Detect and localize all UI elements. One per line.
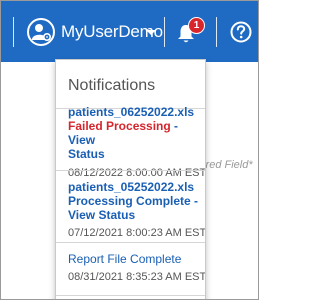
notification-item[interactable]: Report File Complete 08/31/2021 8:35:23 … [68, 252, 206, 284]
divider [56, 170, 205, 171]
notification-file-name[interactable]: patients_05252022.xls [68, 180, 200, 194]
help-icon [230, 21, 252, 47]
notification-timestamp: 08/12/2022 8:00:00 AM EST [68, 167, 206, 179]
notification-title-link[interactable]: Report File Complete [68, 252, 200, 266]
notification-file-name[interactable]: patients_06252022.xls [68, 105, 200, 119]
divider [56, 295, 205, 296]
top-navigation-bar: MyUserDemo 1 [1, 1, 258, 62]
view-status-link[interactable]: Status [68, 147, 200, 161]
notification-count-badge: 1 [188, 17, 205, 34]
divider [56, 242, 205, 243]
notification-status-failed: Failed Processing [68, 119, 171, 133]
nav-divider [216, 17, 217, 47]
notification-item[interactable]: patients_05252022.xls Processing Complet… [68, 180, 206, 240]
notifications-button[interactable]: 1 [176, 17, 205, 46]
notification-status-line: Failed Processing - View [68, 119, 179, 147]
notifications-title: Notifications [68, 77, 156, 94]
user-menu-button[interactable]: MyUserDemo [26, 15, 163, 49]
view-status-link[interactable]: View [68, 133, 95, 147]
nav-divider [164, 17, 165, 47]
user-settings-icon [26, 17, 56, 47]
nav-divider [13, 17, 14, 47]
chevron-down-icon[interactable] [146, 30, 156, 35]
help-button[interactable] [230, 21, 252, 43]
notifications-dropdown: Notifications patients_06252022.xls Fail… [55, 59, 206, 299]
notification-item[interactable]: patients_06252022.xls Failed Processing … [68, 105, 206, 180]
notification-timestamp: 08/31/2021 8:35:23 AM EST [68, 271, 206, 283]
app-frame: MyUserDemo 1 uired Field* Notifications … [0, 0, 259, 300]
notification-timestamp: 07/12/2021 8:00:23 AM EST [68, 227, 206, 239]
view-status-link[interactable]: View Status [68, 208, 200, 222]
notification-status-complete: Processing Complete - [68, 194, 199, 208]
